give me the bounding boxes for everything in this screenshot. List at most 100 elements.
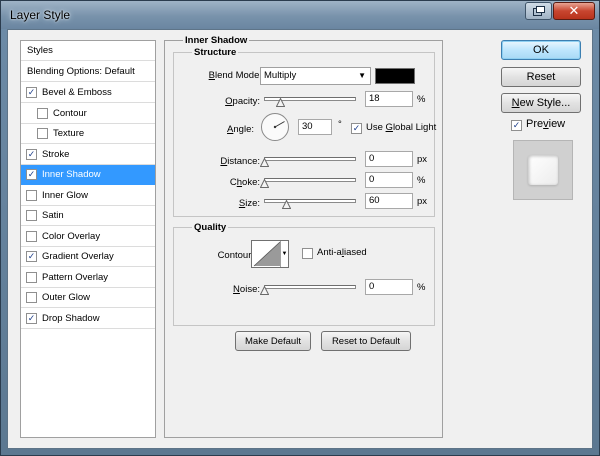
distance-input[interactable]: 0 <box>365 151 413 167</box>
opacity-unit: % <box>417 94 426 105</box>
style-item-checkbox[interactable] <box>26 230 37 242</box>
style-item-checkbox[interactable] <box>26 271 37 283</box>
noise-label: Noise: <box>233 284 260 295</box>
style-item-checkbox[interactable] <box>26 148 37 160</box>
style-item-checkbox[interactable] <box>26 210 37 221</box>
style-item-label: Inner Glow <box>42 189 88 201</box>
style-item-inner-glow[interactable]: Inner Glow <box>21 186 155 206</box>
style-item-checkbox[interactable] <box>37 128 48 139</box>
style-item-label: Gradient Overlay <box>42 251 114 262</box>
contour-dropdown-icon[interactable]: ▼ <box>280 241 288 267</box>
style-item-outer-glow[interactable]: Outer Glow <box>21 288 155 308</box>
make-default-button[interactable]: Make Default <box>235 331 311 351</box>
layer-style-window: Layer Style ✕ Styles Blending Options: D… <box>0 0 600 456</box>
size-label: Size: <box>238 198 260 209</box>
style-item-checkbox[interactable] <box>26 169 37 180</box>
style-item-label: Bevel & Emboss <box>42 87 112 98</box>
choke-label: Choke: <box>229 177 260 188</box>
help-button[interactable] <box>525 2 552 20</box>
inner-shadow-title: Inner Shadow <box>183 35 250 46</box>
blend-mode-value: Multiply <box>264 70 297 81</box>
distance-slider[interactable] <box>264 157 356 161</box>
slider-thumb-icon[interactable] <box>260 179 269 188</box>
close-icon: ✕ <box>568 3 580 18</box>
style-item-checkbox[interactable] <box>26 87 37 98</box>
blending-options-item[interactable]: Blending Options: Default <box>21 62 155 82</box>
use-global-light-label: Use Global Light <box>366 122 437 133</box>
quality-group: Quality Contour: ▼ Anti-aliased Noise: 0… <box>173 222 435 326</box>
choke-slider[interactable] <box>264 178 356 182</box>
style-item-label: Inner Shadow <box>42 169 101 180</box>
slider-thumb-icon[interactable] <box>281 200 291 209</box>
quality-title: Quality <box>192 222 229 233</box>
noise-unit: % <box>417 282 426 293</box>
blend-mode-select[interactable]: Multiply ▼ <box>260 67 371 85</box>
use-global-light-checkbox[interactable] <box>351 123 362 134</box>
size-slider[interactable] <box>264 199 356 203</box>
structure-group: Structure Blend Mode: Multiply ▼ Opacity… <box>173 47 437 217</box>
style-item-label: Satin <box>42 210 64 221</box>
style-item-label: Texture <box>53 128 85 139</box>
noise-input[interactable]: 0 <box>365 279 413 295</box>
dropdown-arrow-icon: ▼ <box>358 71 366 80</box>
style-item-inner-shadow[interactable]: Inner Shadow <box>21 165 155 185</box>
contour-picker[interactable]: ▼ <box>251 240 289 268</box>
style-item-label: Stroke <box>42 148 70 160</box>
style-item-bevel-emboss[interactable]: Bevel & Emboss <box>21 83 155 103</box>
inner-shadow-panel: Inner Shadow Structure Blend Mode: Multi… <box>164 35 443 438</box>
style-item-stroke[interactable]: Stroke <box>21 145 155 165</box>
close-button[interactable]: ✕ <box>553 2 595 20</box>
choke-unit: % <box>417 175 426 186</box>
style-item-contour[interactable]: Contour <box>21 104 155 124</box>
contour-curve-icon <box>253 241 281 267</box>
style-item-texture[interactable]: Texture <box>21 124 155 144</box>
distance-unit: px <box>417 154 428 165</box>
distance-label: Distance: <box>220 156 260 167</box>
styles-header[interactable]: Styles <box>21 41 155 61</box>
size-input[interactable]: 60 <box>365 193 413 209</box>
styles-list: Styles Blending Options: Default Bevel &… <box>20 40 156 438</box>
style-preview <box>513 140 573 200</box>
ok-button[interactable]: OK <box>501 40 581 60</box>
style-item-label: Drop Shadow <box>42 312 100 324</box>
choke-input[interactable]: 0 <box>365 172 413 188</box>
style-item-checkbox[interactable] <box>26 292 37 303</box>
angle-dial-icon[interactable] <box>260 112 290 142</box>
style-item-checkbox[interactable] <box>37 107 48 119</box>
opacity-input[interactable]: 18 <box>365 91 413 107</box>
anti-aliased-checkbox[interactable] <box>302 248 313 259</box>
style-item-label: Pattern Overlay <box>42 271 108 283</box>
title-bar[interactable]: Layer Style ✕ <box>1 1 599 29</box>
angle-input[interactable]: 30 <box>298 119 332 135</box>
anti-aliased-label: Anti-aliased <box>317 247 367 258</box>
reset-to-default-button[interactable]: Reset to Default <box>321 331 411 351</box>
window-switch-icon <box>532 6 545 16</box>
style-item-color-overlay[interactable]: Color Overlay <box>21 227 155 247</box>
angle-unit: ° <box>338 119 342 130</box>
preview-checkbox[interactable] <box>511 120 522 131</box>
new-style-button[interactable]: New Style... <box>501 93 581 113</box>
blending-options-label: Blending Options: Default <box>27 66 135 77</box>
style-item-satin[interactable]: Satin <box>21 206 155 226</box>
blend-mode-label: Blend Mode: <box>208 70 262 81</box>
style-item-gradient-overlay[interactable]: Gradient Overlay <box>21 247 155 267</box>
size-unit: px <box>417 196 428 207</box>
style-item-drop-shadow[interactable]: Drop Shadow <box>21 309 155 329</box>
shadow-color-swatch[interactable] <box>375 68 415 84</box>
contour-label: Contour: <box>217 250 254 261</box>
style-item-label: Contour <box>53 107 87 119</box>
style-item-checkbox[interactable] <box>26 189 37 201</box>
slider-thumb-icon[interactable] <box>260 158 269 167</box>
noise-slider[interactable] <box>264 285 356 289</box>
reset-button[interactable]: Reset <box>501 67 581 87</box>
style-item-pattern-overlay[interactable]: Pattern Overlay <box>21 268 155 288</box>
styles-header-label: Styles <box>27 45 53 56</box>
preview-label: Preview <box>526 118 566 130</box>
slider-thumb-icon[interactable] <box>260 286 269 295</box>
style-item-checkbox[interactable] <box>26 312 37 324</box>
slider-thumb-icon[interactable] <box>276 98 286 107</box>
style-item-checkbox[interactable] <box>26 251 37 262</box>
dialog-body: Styles Blending Options: Default Bevel &… <box>7 29 593 449</box>
structure-title: Structure <box>192 47 239 58</box>
window-title: Layer Style <box>10 8 71 22</box>
